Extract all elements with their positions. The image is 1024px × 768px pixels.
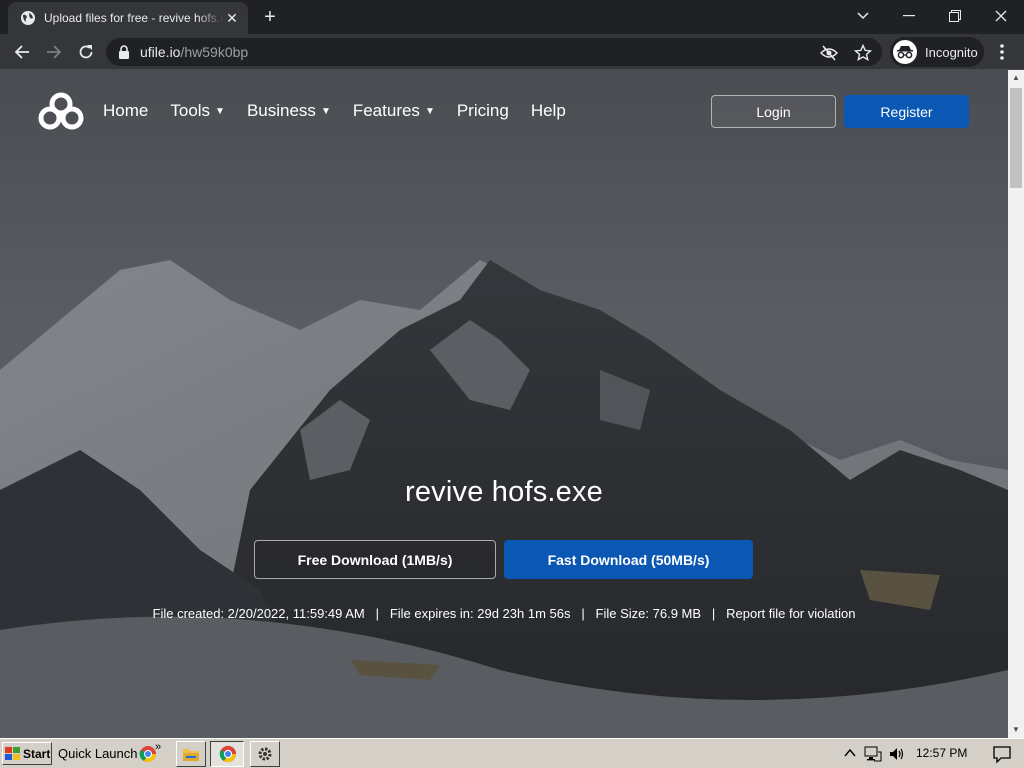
window-close-icon[interactable] xyxy=(978,0,1024,32)
start-label: Start xyxy=(23,746,51,761)
site-nav: Home Tools ▼ Business ▼ Features ▼ Pricing … xyxy=(38,92,588,130)
nav-help-link[interactable]: Help xyxy=(531,101,566,121)
browser-tab[interactable]: Upload files for free - revive hofs.exe … xyxy=(8,2,248,34)
incognito-label: Incognito xyxy=(925,44,978,60)
scrollbar-thumb[interactable] xyxy=(1010,88,1022,188)
scroll-up-arrow-icon[interactable]: ▲ xyxy=(1008,70,1024,86)
folder-icon xyxy=(183,749,199,761)
nav-pricing-link[interactable]: Pricing xyxy=(457,101,509,121)
url-path: /hw59k0bp xyxy=(180,44,249,60)
nav-tools-dropdown[interactable]: Tools ▼ xyxy=(170,101,225,121)
speaker-icon[interactable] xyxy=(888,745,906,763)
vertical-scrollbar[interactable]: ▲ ▼ xyxy=(1008,70,1024,738)
chevron-down-icon: ▼ xyxy=(424,105,435,117)
report-violation-link[interactable]: Report file for violation xyxy=(726,606,855,621)
start-button[interactable]: Start xyxy=(2,742,52,765)
file-expires-text: File expires in: 29d 23h 1m 56s xyxy=(389,606,571,621)
file-info-line: File created: 2/20/2022, 11:59:49 AM | F… xyxy=(0,606,1008,621)
tab-close-icon[interactable]: ✕ xyxy=(224,10,240,27)
chevron-down-icon: ▼ xyxy=(215,105,225,117)
taskbar-chrome-button[interactable] xyxy=(210,741,244,767)
register-button[interactable]: Register xyxy=(844,95,969,128)
taskbar-clock[interactable]: 12:57 PM xyxy=(916,746,967,760)
address-bar[interactable]: ufile.io/hw59k0bp xyxy=(106,38,882,66)
url-host: ufile.io xyxy=(140,44,181,60)
incognito-icon xyxy=(893,40,917,64)
nav-help-label: Help xyxy=(530,101,566,120)
page-dim-overlay xyxy=(0,70,1008,738)
tab-strip: Upload files for free - revive hofs.exe … xyxy=(0,0,1024,34)
incognito-badge[interactable]: Incognito xyxy=(890,37,984,67)
quick-launch-chevron[interactable]: » xyxy=(155,741,161,753)
taskbar-file-explorer-button[interactable] xyxy=(176,741,206,767)
file-created-text: File created: 2/20/2022, 11:59:49 AM xyxy=(152,606,365,621)
nav-features-dropdown[interactable]: Features ▼ xyxy=(353,101,435,121)
nav-business-label: Business xyxy=(246,101,316,120)
more-menu-icon[interactable] xyxy=(994,42,1010,62)
nav-home-link[interactable]: Home xyxy=(103,101,148,121)
tab-search-icon[interactable] xyxy=(840,0,886,32)
quick-launch-label: Quick Launch xyxy=(58,746,138,761)
taskbar-settings-button[interactable] xyxy=(250,741,280,767)
info-separator: | xyxy=(701,606,727,621)
minimize-icon[interactable] xyxy=(886,0,932,32)
new-tab-button[interactable]: + xyxy=(258,6,282,30)
chrome-icon xyxy=(219,745,237,763)
globe-icon xyxy=(21,11,35,25)
taskbar: Start Quick Launch » 12:57 PM xyxy=(0,738,1024,768)
back-arrow-icon[interactable] xyxy=(9,39,35,65)
restore-icon[interactable] xyxy=(932,0,978,32)
chevron-down-icon: ▼ xyxy=(320,105,331,117)
browser-toolbar: ufile.io/hw59k0bp Incognito xyxy=(0,34,1024,70)
free-download-button[interactable]: Free Download (1MB/s) xyxy=(254,540,496,579)
nav-home-label: Home xyxy=(103,101,149,120)
page-viewport: Home Tools ▼ Business ▼ Features ▼ Pricing … xyxy=(0,70,1008,738)
lock-icon xyxy=(119,45,129,59)
nav-tools-label: Tools xyxy=(170,101,211,120)
eye-slash-icon[interactable] xyxy=(820,44,838,62)
notification-icon[interactable] xyxy=(992,744,1012,764)
login-button[interactable]: Login xyxy=(711,95,836,128)
reload-icon[interactable] xyxy=(73,39,99,65)
file-name-heading: revive hofs.exe xyxy=(404,476,604,508)
nav-features-label: Features xyxy=(352,101,420,120)
tab-title: Upload files for free - revive hofs.exe xyxy=(44,11,224,25)
forward-arrow-icon[interactable] xyxy=(41,39,67,65)
windows-logo-icon xyxy=(5,746,20,760)
gear-icon xyxy=(258,747,272,761)
nav-business-dropdown[interactable]: Business ▼ xyxy=(247,101,331,121)
file-size-text: File Size: 76.9 MB xyxy=(595,606,702,621)
info-separator: | xyxy=(570,606,596,621)
info-separator: | xyxy=(364,606,390,621)
scroll-down-arrow-icon[interactable]: ▼ xyxy=(1008,722,1024,738)
chevron-up-icon[interactable] xyxy=(844,748,856,758)
star-icon[interactable] xyxy=(854,44,872,62)
nav-pricing-label: Pricing xyxy=(456,101,509,120)
fast-download-button[interactable]: Fast Download (50MB/s) xyxy=(504,540,753,579)
network-icon[interactable] xyxy=(864,745,882,763)
ufile-logo-icon[interactable] xyxy=(38,92,84,130)
